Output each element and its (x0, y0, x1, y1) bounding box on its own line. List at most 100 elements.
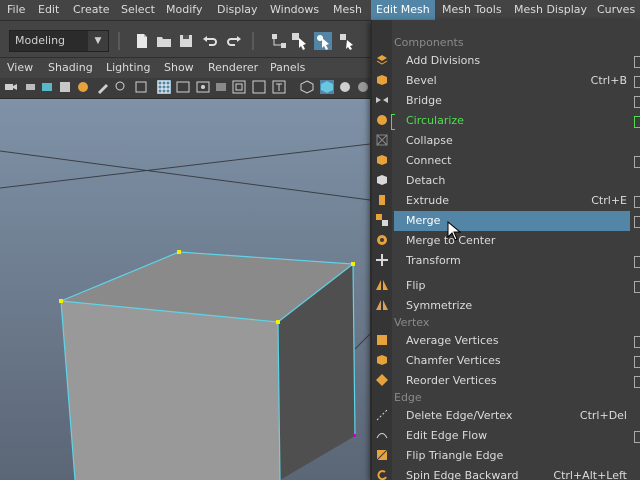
menu-item-merge[interactable]: Merge (394, 211, 640, 231)
bookmark-icon[interactable] (40, 80, 54, 94)
isolate-icon[interactable] (134, 80, 148, 94)
menu-item-circularize[interactable]: Circularize (392, 111, 640, 131)
viewport-3d[interactable] (0, 99, 370, 480)
shortcut-label: Ctrl+B (590, 74, 627, 87)
menu-curves[interactable]: Curves (592, 0, 640, 20)
add-divisions-icon (376, 55, 388, 65)
menu-item-collapse[interactable]: Collapse (392, 131, 640, 151)
safe-action-icon[interactable] (252, 80, 266, 94)
option-box[interactable] (634, 376, 640, 388)
menu-create[interactable]: Create (68, 0, 115, 20)
hierarchy-icon[interactable] (270, 32, 288, 50)
wireframe-on-shaded-icon[interactable] (338, 80, 352, 94)
panel-menu-panels[interactable]: Panels (270, 58, 305, 78)
menu-item-flip-triangle-edge[interactable]: Flip Triangle Edge (392, 446, 640, 466)
section-components: Components (394, 36, 464, 49)
option-box[interactable] (634, 56, 640, 68)
menu-display[interactable]: Display (212, 0, 263, 20)
panel-menu-renderer[interactable]: Renderer (208, 58, 258, 78)
menu-item-label: Extrude (406, 194, 450, 207)
menu-item-delete-edge-vertex[interactable]: Delete Edge/Vertex Ctrl+Del (392, 406, 640, 426)
vertex-handle[interactable] (351, 262, 355, 266)
menu-item-merge-to-center[interactable]: Merge to Center (392, 231, 640, 251)
grid-icon[interactable] (157, 80, 171, 94)
menu-item-chamfer-vertices[interactable]: Chamfer Vertices (392, 351, 640, 371)
menu-file[interactable]: File (2, 0, 30, 20)
open-folder-icon[interactable] (155, 32, 173, 50)
snap-icon[interactable] (114, 80, 128, 94)
camera-icon[interactable] (4, 80, 18, 94)
select-component-icon[interactable] (314, 32, 332, 50)
scene-canvas[interactable] (0, 99, 370, 480)
menu-item-flip[interactable]: Flip (392, 276, 640, 296)
menu-item-label: Bevel (406, 74, 437, 87)
option-box[interactable] (634, 196, 640, 208)
circularize-icon (377, 115, 387, 125)
vertex-handle[interactable] (59, 299, 63, 303)
textured-icon[interactable] (356, 80, 370, 94)
option-box[interactable] (634, 256, 640, 268)
option-box[interactable] (634, 116, 640, 128)
menu-item-add-divisions[interactable]: Add Divisions (392, 51, 640, 71)
option-box[interactable] (634, 336, 640, 348)
menu-item-spin-edge-backward[interactable]: Spin Edge Backward Ctrl+Alt+Left (392, 466, 640, 480)
wireframe-icon[interactable] (300, 80, 314, 94)
image-plane-icon[interactable] (58, 80, 72, 94)
menu-select[interactable]: Select (116, 0, 160, 20)
two-d-pan-icon[interactable] (76, 80, 90, 94)
menu-mesh[interactable]: Mesh (328, 0, 367, 20)
menu-item-detach[interactable]: Detach (392, 171, 640, 191)
gate-mask-icon[interactable] (214, 80, 228, 94)
menu-mesh-display[interactable]: Mesh Display (509, 0, 592, 20)
menu-item-symmetrize[interactable]: Symmetrize (392, 296, 640, 316)
menu-mesh-tools[interactable]: Mesh Tools (437, 0, 507, 20)
menu-item-bevel[interactable]: Bevel Ctrl+B (392, 71, 640, 91)
undo-icon[interactable] (201, 32, 219, 50)
vertex-handle[interactable] (177, 250, 181, 254)
menu-item-label: Delete Edge/Vertex (406, 409, 513, 422)
option-box[interactable] (634, 431, 640, 443)
option-box[interactable] (634, 156, 640, 168)
menu-item-average-vertices[interactable]: Average Vertices (392, 331, 640, 351)
camera-attributes-icon[interactable] (24, 80, 38, 94)
option-box[interactable] (634, 356, 640, 368)
resolution-gate-icon[interactable] (196, 80, 210, 94)
panel-menu-view[interactable]: View (7, 58, 33, 78)
safe-title-icon[interactable] (272, 80, 286, 94)
menu-windows[interactable]: Windows (265, 0, 324, 20)
hierarchy-select-icon[interactable] (338, 32, 356, 50)
panel-menu-lighting[interactable]: Lighting (106, 58, 150, 78)
menu-item-label: Transform (406, 254, 461, 267)
menu-edit-mesh[interactable]: Edit Mesh (371, 0, 435, 20)
menu-item-edit-edge-flow[interactable]: Edit Edge Flow (392, 426, 640, 446)
section-vertex: Vertex (394, 316, 430, 329)
menu-item-extrude[interactable]: Extrude Ctrl+E (392, 191, 640, 211)
panel-menu-show[interactable]: Show (164, 58, 194, 78)
option-box[interactable] (634, 96, 640, 108)
smooth-shade-icon[interactable] (320, 80, 334, 94)
menu-item-reorder-vertices[interactable]: Reorder Vertices (392, 371, 640, 391)
detach-icon (377, 175, 387, 185)
mode-dropdown[interactable]: Modeling ▼ (9, 30, 109, 52)
option-box[interactable] (634, 216, 640, 228)
option-box[interactable] (634, 76, 640, 88)
new-scene-icon[interactable] (133, 32, 151, 50)
film-gate-icon[interactable] (176, 80, 190, 94)
menu-item-bridge[interactable]: Bridge (392, 91, 640, 111)
vertex-handle[interactable] (353, 434, 356, 437)
grease-pencil-icon[interactable] (96, 80, 110, 94)
field-chart-icon[interactable] (232, 80, 246, 94)
transform-icon (376, 254, 388, 266)
vertex-handle[interactable] (276, 320, 280, 324)
menu-item-transform[interactable]: Transform (392, 251, 640, 271)
menu-edit[interactable]: Edit (33, 0, 64, 20)
menu-modify[interactable]: Modify (161, 0, 207, 20)
panel-menu-shading[interactable]: Shading (48, 58, 93, 78)
shortcut-label: Ctrl+Del (579, 409, 627, 422)
redo-icon[interactable] (225, 32, 243, 50)
option-box[interactable] (634, 281, 640, 293)
toolbar-divider (118, 32, 120, 50)
menu-item-connect[interactable]: Connect (392, 151, 640, 171)
save-icon[interactable] (177, 32, 195, 50)
select-object-icon[interactable] (291, 32, 309, 50)
